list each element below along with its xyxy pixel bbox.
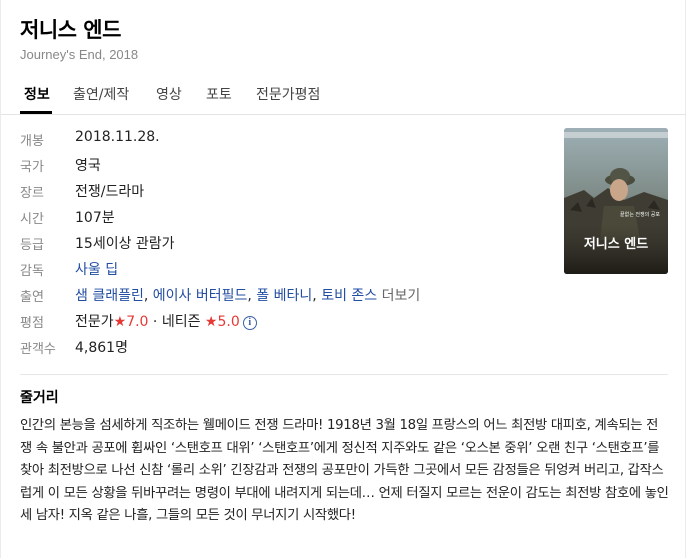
cast-link[interactable]: 에이사 버터필드 [153, 288, 248, 304]
score-dot: · [152, 314, 158, 330]
synopsis-text: 인간의 본능을 섬세하게 직조하는 웰메이드 전쟁 드라마! 1918년 3월 … [20, 418, 669, 524]
tab-critic-ratings[interactable]: 전문가평점 [256, 84, 320, 104]
release-label: 개봉 [20, 134, 44, 149]
cast-more-link[interactable]: 더보기 [382, 288, 421, 304]
cast-separator: , [247, 288, 252, 304]
cast-link[interactable]: 폴 베타니 [256, 288, 312, 304]
movie-info-card: 저니스 엔드 Journey's End, 2018 정보 출연/제작 영상 포… [0, 0, 686, 558]
tab-bar: 정보 출연/제작 영상 포토 전문가평점 [1, 78, 686, 115]
tab-info[interactable]: 정보 [24, 84, 50, 104]
genre-value: 전쟁/드라마 [75, 184, 145, 200]
cast-label: 출연 [20, 290, 44, 305]
section-divider [20, 374, 668, 375]
netizen-score-value: 5.0 [217, 314, 240, 330]
release-value: 2018.11.28. [75, 129, 160, 145]
country-value: 영국 [75, 158, 101, 174]
runtime-label: 시간 [20, 212, 44, 227]
movie-poster[interactable]: 저니스 엔드 끝없는 전쟁의 공포 [564, 128, 668, 274]
active-tab-indicator [20, 111, 52, 114]
netizen-score-label: 네티즌 [161, 314, 201, 330]
audience-value: 4,861명 [75, 340, 128, 356]
director-link[interactable]: 사울 딥 [75, 259, 118, 279]
poster-artwork: 저니스 엔드 끝없는 전쟁의 공포 [564, 128, 668, 274]
cast-link[interactable]: 토비 존스 [321, 288, 377, 304]
rating-label: 등급 [20, 238, 44, 253]
cast-list: 샘 클래플린, 에이사 버터필드, 폴 베타니, 토비 존스 더보기 [75, 285, 420, 305]
tab-photo[interactable]: 포토 [206, 84, 232, 104]
poster-tagline: 끝없는 전쟁의 공포 [620, 211, 660, 218]
movie-title: 저니스 엔드 [20, 18, 121, 42]
director-label: 감독 [20, 264, 44, 279]
cast-link[interactable]: 샘 클래플린 [75, 288, 144, 304]
runtime-value: 107분 [75, 210, 115, 226]
info-icon[interactable]: i [242, 316, 257, 330]
star-icon: ★ [113, 314, 127, 330]
critic-score-label: 전문가 [75, 314, 114, 330]
score-label: 평점 [20, 316, 44, 331]
cast-separator: , [312, 288, 317, 304]
country-label: 국가 [20, 160, 44, 175]
critic-score-value: 7.0 [126, 314, 149, 330]
tab-cast-crew[interactable]: 출연/제작 [73, 84, 129, 104]
audience-label: 관객수 [20, 342, 56, 357]
genre-label: 장르 [20, 186, 44, 201]
poster-title-text: 저니스 엔드 [584, 236, 648, 252]
synopsis-heading: 줄거리 [20, 390, 59, 406]
star-icon: ★ [204, 314, 218, 330]
tab-video[interactable]: 영상 [156, 84, 182, 104]
movie-subtitle: Journey's End, 2018 [20, 47, 139, 62]
score-values: 전문가★7.0 · 네티즌 ★5.0 i [75, 311, 257, 331]
cast-separator: , [143, 288, 149, 304]
rating-value: 15세이상 관람가 [75, 236, 175, 252]
